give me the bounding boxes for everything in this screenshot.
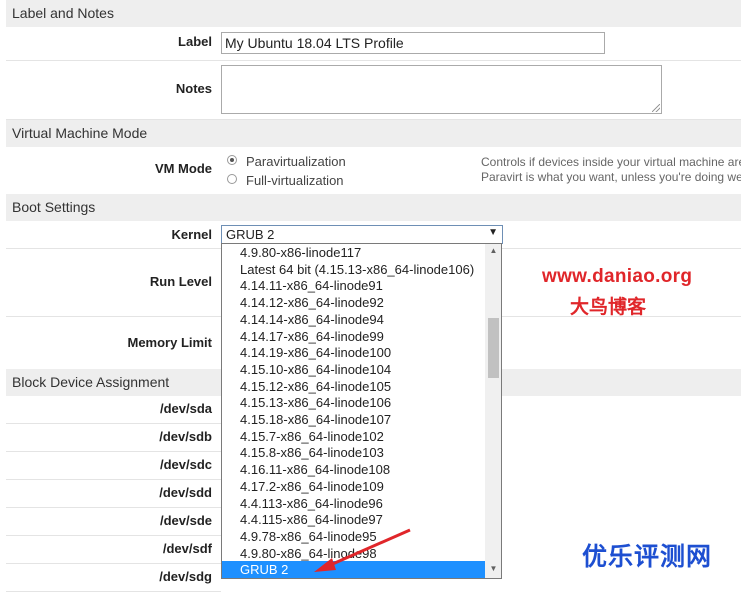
chevron-down-icon: ▼ <box>488 227 498 238</box>
scroll-up-icon[interactable]: ▲ <box>485 246 501 255</box>
section-vm-mode: Virtual Machine Mode <box>6 120 741 147</box>
kernel-option[interactable]: 4.9.80-x86-linode117 <box>222 244 485 261</box>
vm-mode-help-line-1: Controls if devices inside your virtual … <box>481 155 741 169</box>
notes-field-label: Notes <box>175 81 212 96</box>
annotation-arrow-icon <box>314 528 411 572</box>
device-label: /dev/sdc <box>159 457 212 472</box>
profile-label-input[interactable] <box>221 32 605 54</box>
radio-full-virtualization[interactable] <box>227 174 237 184</box>
section-boot-settings: Boot Settings <box>6 194 741 221</box>
label-field-label: Label <box>178 34 212 49</box>
device-label: /dev/sdb <box>159 429 212 444</box>
kernel-option[interactable]: 4.15.18-x86_64-linode107 <box>222 411 485 428</box>
radio-label-paravirtualization: Paravirtualization <box>246 154 346 169</box>
kernel-select[interactable]: GRUB 2 ▼ <box>221 225 503 244</box>
watermark-url: www.daniao.org <box>542 266 693 287</box>
watermark-review: 优乐评测网 <box>582 543 713 571</box>
scroll-down-icon[interactable]: ▼ <box>485 564 501 573</box>
radio-paravirtualization[interactable] <box>227 155 237 165</box>
kernel-option[interactable]: 4.15.8-x86_64-linode103 <box>222 444 485 461</box>
kernel-option[interactable]: 4.15.10-x86_64-linode104 <box>222 361 485 378</box>
kernel-option[interactable]: 4.14.11-x86_64-linode91 <box>222 277 485 294</box>
kernel-option[interactable]: 4.14.19-x86_64-linode100 <box>222 344 485 361</box>
kernel-option[interactable]: 4.14.14-x86_64-linode94 <box>222 311 485 328</box>
kernel-option[interactable]: 4.16.11-x86_64-linode108 <box>222 461 485 478</box>
dropdown-scrollbar[interactable]: ▲ ▼ <box>485 244 501 578</box>
device-label: /dev/sda <box>159 401 212 416</box>
kernel-option[interactable]: 4.4.113-x86_64-linode96 <box>222 495 485 512</box>
vm-mode-help-line-2: Paravirt is what you want, unless you're… <box>481 170 741 184</box>
vm-mode-field-label: VM Mode <box>154 161 212 176</box>
kernel-option[interactable]: 4.15.12-x86_64-linode105 <box>222 378 485 395</box>
run-level-field-label: Run Level <box>149 274 212 289</box>
kernel-field-label: Kernel <box>171 227 212 242</box>
device-label: /dev/sde <box>159 513 212 528</box>
section-label-notes: Label and Notes <box>6 0 741 27</box>
radio-label-full-virtualization: Full-virtualization <box>246 173 344 188</box>
resize-grip-icon[interactable] <box>652 104 660 112</box>
device-label: /dev/sdf <box>162 541 212 556</box>
memory-limit-field-label: Memory Limit <box>127 335 212 350</box>
kernel-option[interactable]: 4.15.13-x86_64-linode106 <box>222 394 485 411</box>
device-label: /dev/sdd <box>159 485 212 500</box>
kernel-option[interactable]: 4.17.2-x86_64-linode109 <box>222 478 485 495</box>
device-label: /dev/sdg <box>159 569 212 584</box>
kernel-select-value: GRUB 2 <box>226 227 275 242</box>
kernel-option[interactable]: 4.14.12-x86_64-linode92 <box>222 294 485 311</box>
kernel-option[interactable]: 4.14.17-x86_64-linode99 <box>222 328 485 345</box>
kernel-option[interactable]: 4.15.7-x86_64-linode102 <box>222 428 485 445</box>
kernel-option[interactable]: Latest 64 bit (4.15.13-x86_64-linode106) <box>222 261 485 278</box>
watermark-blog: 大鸟博客 <box>570 297 647 318</box>
notes-textarea[interactable] <box>221 65 662 114</box>
scrollbar-thumb[interactable] <box>488 318 499 378</box>
